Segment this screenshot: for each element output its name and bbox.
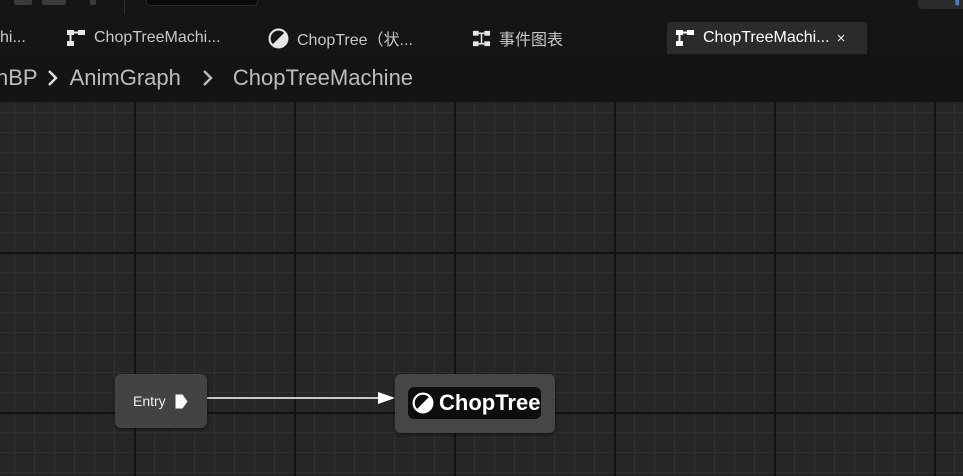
chevron-right-icon: [201, 68, 215, 88]
entry-pin-icon[interactable]: [174, 393, 189, 410]
tab-clipped[interactable]: hi...: [0, 22, 26, 54]
state-node-label: ChopTree: [439, 390, 541, 415]
toolbar-button[interactable]: [42, 0, 66, 5]
breadcrumb: nBP AnimGraph ChopTreeMachine: [0, 54, 963, 102]
tab-label: ChopTree（状...: [297, 32, 413, 49]
tab-choptree-state[interactable]: ChopTree（状...: [268, 22, 413, 54]
state-icon: [412, 392, 434, 414]
tab-choptree-machine-active[interactable]: ChopTreeMachi... ×: [667, 22, 867, 54]
entry-node[interactable]: Entry: [115, 374, 207, 428]
event-graph-icon: [472, 30, 491, 46]
close-icon[interactable]: ×: [837, 30, 846, 47]
tab-label: ChopTreeMachi...: [94, 29, 221, 46]
chevron-right-icon: [46, 68, 60, 88]
graph-editor-window: ▮ hi... ChopTreeMachi... ChopTree（状... 事…: [0, 0, 963, 476]
state-machine-icon: [67, 30, 85, 46]
toolbar-button[interactable]: [90, 0, 96, 5]
state-machine-icon: [676, 30, 694, 46]
tab-event-graph[interactable]: 事件图表: [472, 22, 563, 54]
toolbar-button[interactable]: [14, 0, 32, 5]
breadcrumb-item-blueprint[interactable]: nBP: [0, 65, 38, 91]
toolbar-right-button[interactable]: ▮: [918, 0, 963, 9]
tab-choptree-machine[interactable]: ChopTreeMachi...: [66, 22, 221, 54]
breadcrumb-item-animgraph[interactable]: AnimGraph: [70, 65, 181, 91]
state-node-title: ChopTree: [408, 387, 541, 419]
breadcrumb-item-choptree-machine[interactable]: ChopTreeMachine: [233, 65, 413, 91]
entry-node-label: Entry: [133, 393, 166, 409]
tab-label: hi...: [0, 29, 26, 46]
toolbar-strip: ▮: [0, 0, 963, 20]
state-icon: [268, 28, 289, 48]
tab-label: 事件图表: [499, 32, 564, 49]
document-tab-bar: hi... ChopTreeMachi... ChopTree（状... 事件图…: [0, 20, 963, 54]
tab-label: ChopTreeMachi...: [703, 29, 830, 46]
toolbar-dropdown[interactable]: [146, 0, 258, 6]
state-node-choptree[interactable]: ChopTree: [395, 374, 555, 433]
toolbar-right-icon: ▮: [954, 0, 960, 7]
toolbar-divider: [124, 0, 125, 14]
